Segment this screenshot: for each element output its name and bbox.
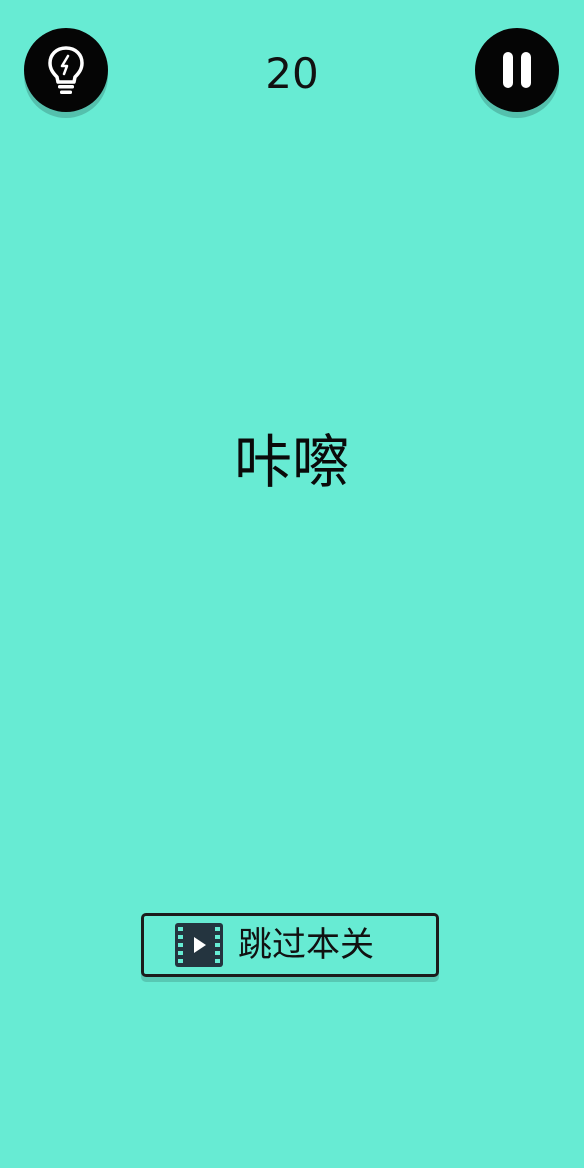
prompt-word: 咔嚓	[233, 428, 350, 496]
video-play-icon	[175, 923, 223, 967]
skip-level-button[interactable]: 跳过本关	[141, 913, 439, 977]
lightbulb-icon	[48, 46, 84, 94]
hint-button[interactable]	[24, 28, 108, 112]
pause-button[interactable]	[475, 28, 559, 112]
pause-icon	[503, 52, 531, 88]
skip-level-label: 跳过本关	[238, 925, 374, 965]
level-score: 20	[265, 49, 319, 98]
